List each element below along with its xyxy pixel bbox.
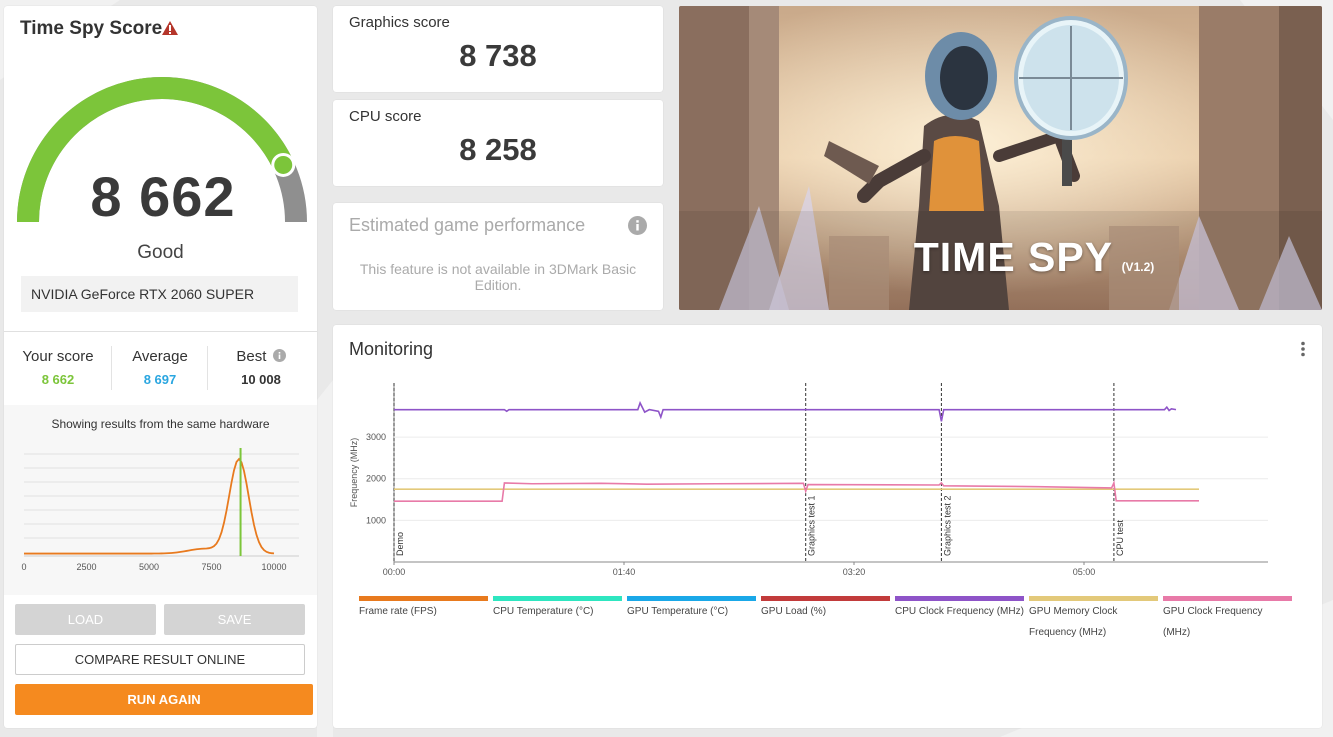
run-again-button[interactable]: RUN AGAIN [15, 684, 313, 715]
hist-tick-label: 2500 [76, 562, 96, 572]
y-tick-label: 1000 [366, 515, 386, 525]
legend-item[interactable]: GPU Load (%) [761, 596, 890, 622]
legend-label: GPU Load (%) [761, 606, 827, 617]
divider [4, 331, 317, 332]
average-stat: Average 8 697 [116, 348, 204, 387]
best-stat: Best 10 008 [214, 348, 308, 387]
hist-tick-label: 0 [21, 562, 26, 572]
best-label: Best [214, 348, 308, 365]
your-score-stat: Your score 8 662 [14, 348, 102, 387]
graphics-score-value: 8 738 [459, 38, 537, 73]
hist-tick-label: 10000 [261, 562, 286, 572]
compare-online-button[interactable]: COMPARE RESULT ONLINE [15, 644, 305, 675]
legend-item[interactable]: CPU Temperature (°C) [493, 596, 622, 622]
cpu-score-value: 8 258 [459, 132, 537, 167]
phase-marker-label: Demo [395, 532, 405, 556]
score-distribution-histogram: 0 2500 5000 7500 10000 [21, 448, 299, 572]
legend-label: CPU Temperature (°C) [493, 606, 594, 617]
legend-item[interactable]: GPU Clock Frequency (MHz) [1163, 596, 1292, 643]
x-tick-label: 01:40 [613, 567, 636, 577]
average-value: 8 697 [143, 372, 177, 387]
x-tick-label: 00:00 [383, 567, 406, 577]
hero-title-group: TIME SPY (V1.2) [889, 234, 1179, 281]
monitoring-chart: 1000 2000 3000 Frequency (MHz) 00:00 01:40 03:… [349, 383, 1268, 577]
y-tick-label: 2000 [366, 474, 386, 484]
x-tick-label: 03:20 [843, 567, 866, 577]
load-button[interactable]: LOAD [15, 604, 156, 635]
legend-item[interactable]: CPU Clock Frequency (MHz) [895, 596, 1024, 622]
cpu-score-card: CPU score 8 258 [333, 100, 663, 186]
your-score-label: Your score [22, 348, 94, 365]
info-icon[interactable] [272, 349, 286, 362]
legend-label: CPU Clock Frequency (MHz) [895, 606, 1024, 617]
your-score-value: 8 662 [41, 372, 75, 387]
hist-tick-label: 7500 [201, 562, 221, 572]
save-button[interactable]: SAVE [164, 604, 305, 635]
average-label: Average [132, 348, 188, 365]
hist-tick-label: 5000 [139, 562, 159, 572]
legend-item[interactable]: Frame rate (FPS) [359, 596, 488, 622]
stat-separator [207, 346, 208, 390]
stat-separator [111, 346, 112, 390]
phase-marker-label: Graphics test 1 [807, 495, 817, 556]
hero-version: (V1.2) [1121, 260, 1155, 274]
egp-title: Estimated game performance [349, 215, 586, 235]
estimated-game-performance-card: Estimated game performance This feature … [333, 203, 663, 310]
phase-marker-label: Graphics test 2 [942, 495, 952, 556]
legend-label: GPU Temperature (°C) [627, 606, 729, 617]
legend-label: GPU Clock Frequency (MHz) [1163, 606, 1263, 638]
cpu-score-label: CPU score [349, 108, 422, 125]
y-tick-label: 3000 [366, 432, 386, 442]
egp-unavailable-text: This feature is not available in 3DMark … [359, 261, 637, 293]
best-label-text: Best [236, 348, 267, 365]
graphics-score-label: Graphics score [349, 14, 450, 31]
x-tick-label: 05:00 [1073, 567, 1096, 577]
best-value: 10 008 [241, 372, 281, 387]
score-panel: Time Spy Score 8 662 Good NVIDIA GeForce… [4, 6, 317, 728]
time-spy-hero-image: TIME SPY (V1.2) [679, 6, 1322, 310]
score-rating: Good [137, 242, 184, 263]
y-axis-label: Frequency (MHz) [349, 438, 359, 508]
info-icon[interactable] [628, 216, 647, 235]
legend-label: GPU Memory Clock Frequency (MHz) [1029, 606, 1118, 638]
graphics-score-card: Graphics score 8 738 [333, 6, 663, 92]
legend-label: Frame rate (FPS) [359, 606, 437, 617]
legend-item[interactable]: GPU Temperature (°C) [627, 596, 756, 622]
gpu-name: NVIDIA GeForce RTX 2060 SUPER [21, 276, 298, 312]
series-cpu-clock [394, 400, 1177, 422]
series-gpu-clock [394, 480, 1199, 503]
phase-marker-label: CPU test [1115, 519, 1125, 556]
warning-icon[interactable] [161, 20, 179, 36]
hero-title: TIME SPY [913, 234, 1114, 280]
legend-item[interactable]: GPU Memory Clock Frequency (MHz) [1029, 596, 1158, 643]
monitoring-panel: Monitoring 1000 2000 3000 Frequency (MHz) 00… [333, 325, 1322, 728]
hist-curve [24, 457, 275, 555]
score-panel-title: Time Spy Score [20, 18, 163, 39]
overall-score: 8 662 [90, 165, 236, 228]
histogram-caption: Showing results from the same hardware [51, 417, 270, 431]
